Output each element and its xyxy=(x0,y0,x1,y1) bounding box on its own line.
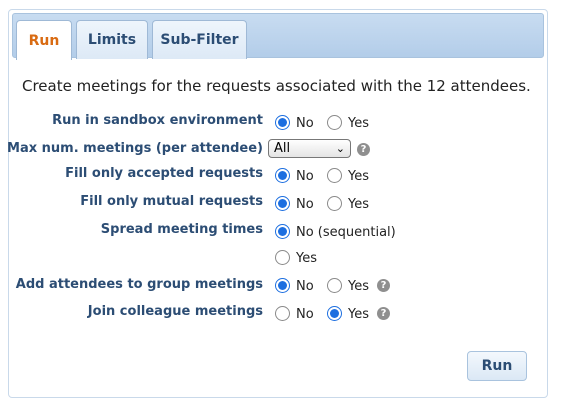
mutual-no-radio[interactable] xyxy=(275,196,290,211)
sandbox-no-label: No xyxy=(296,116,314,131)
sandbox-no-radio[interactable] xyxy=(275,115,290,130)
colleague-no-radio[interactable] xyxy=(275,306,290,321)
max-meetings-value: All xyxy=(274,141,291,156)
mutual-no-label: No xyxy=(296,197,314,212)
accepted-label: Fill only accepted requests xyxy=(65,166,263,181)
sandbox-yes-radio[interactable] xyxy=(327,115,342,130)
group-yes-radio[interactable] xyxy=(327,278,342,293)
help-icon[interactable]: ? xyxy=(377,307,390,320)
max-meetings-select[interactable]: All ⌄ xyxy=(268,139,351,158)
tab-limits[interactable]: Limits xyxy=(76,20,148,59)
colleague-yes-radio[interactable] xyxy=(327,306,342,321)
group-label: Add attendees to group meetings xyxy=(15,277,263,292)
chevron-down-icon: ⌄ xyxy=(335,142,345,155)
mutual-yes-label: Yes xyxy=(348,197,369,212)
max-meetings-label: Max num. meetings (per attendee) xyxy=(7,141,263,156)
tab-sub-filter[interactable]: Sub-Filter xyxy=(152,20,247,59)
help-icon[interactable]: ? xyxy=(377,279,390,292)
spread-no-label: No (sequential) xyxy=(296,225,396,240)
tab-bar: Run Limits Sub-Filter xyxy=(12,13,544,60)
colleague-no-label: No xyxy=(296,307,314,322)
colleague-label: Join colleague meetings xyxy=(87,304,263,319)
spread-yes-radio[interactable] xyxy=(275,250,290,265)
accepted-yes-radio[interactable] xyxy=(327,168,342,183)
tab-run[interactable]: Run xyxy=(16,20,72,60)
spread-label: Spread meeting times xyxy=(100,222,263,237)
spread-no-radio[interactable] xyxy=(275,224,290,239)
help-icon[interactable]: ? xyxy=(357,143,370,156)
sandbox-yes-label: Yes xyxy=(348,116,369,131)
spread-yes-label: Yes xyxy=(296,251,317,266)
sandbox-label: Run in sandbox environment xyxy=(52,113,263,128)
spread-options xyxy=(268,214,408,272)
group-no-label: No xyxy=(296,279,314,294)
group-yes-label: Yes xyxy=(348,279,369,294)
intro-text: Create meetings for the requests associa… xyxy=(22,77,531,95)
accepted-yes-label: Yes xyxy=(348,169,369,184)
accepted-no-radio[interactable] xyxy=(275,168,290,183)
accepted-no-label: No xyxy=(296,169,314,184)
run-button[interactable]: Run xyxy=(467,351,527,381)
mutual-label: Fill only mutual requests xyxy=(80,194,263,209)
mutual-yes-radio[interactable] xyxy=(327,196,342,211)
group-no-radio[interactable] xyxy=(275,278,290,293)
colleague-yes-label: Yes xyxy=(348,307,369,322)
